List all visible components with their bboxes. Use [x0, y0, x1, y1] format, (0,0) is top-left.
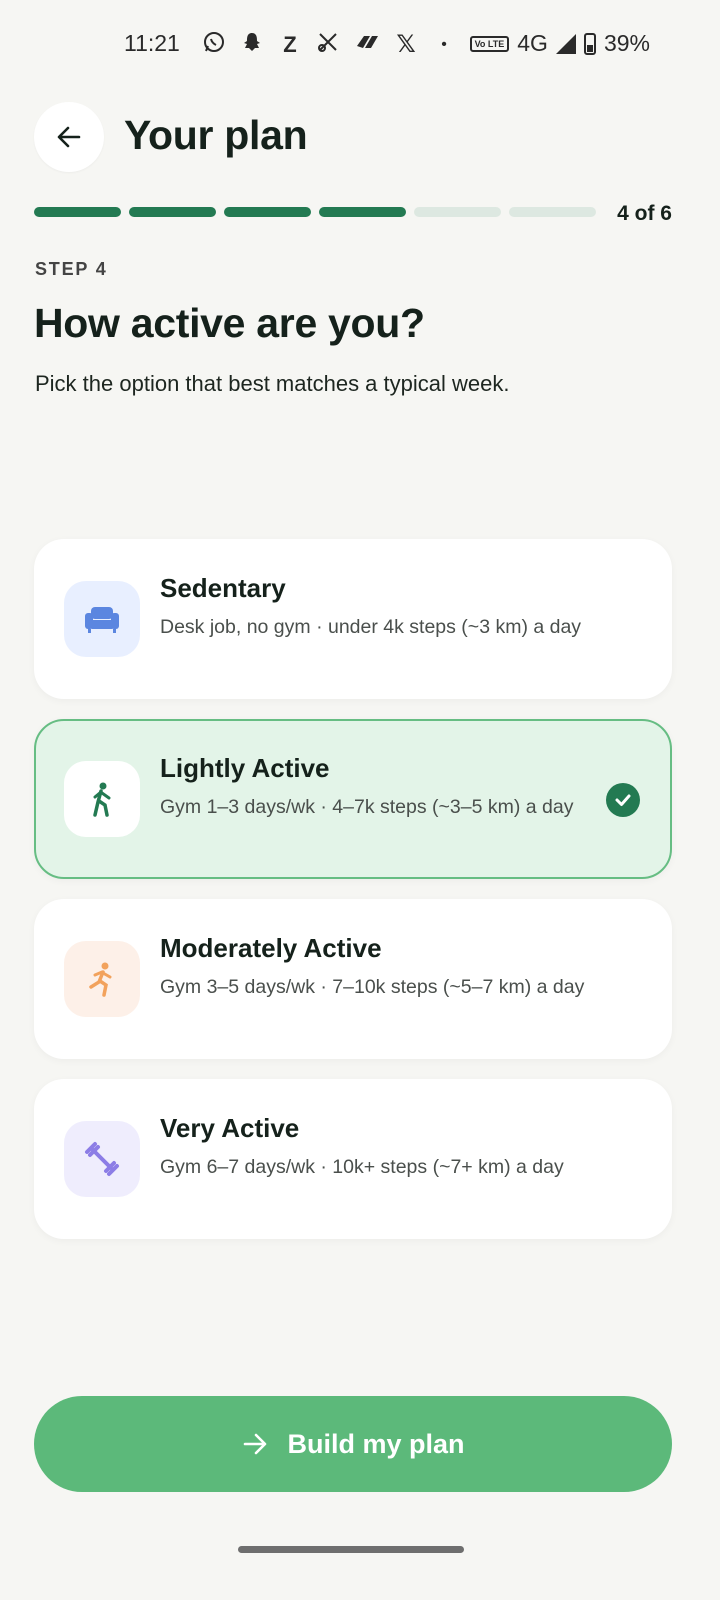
build-plan-button[interactable]: Build my plan	[34, 1396, 672, 1492]
dot-icon: •	[441, 36, 447, 53]
home-indicator[interactable]	[238, 1546, 464, 1553]
question-subtitle: Pick the option that best matches a typi…	[35, 371, 510, 396]
paw-icon	[354, 30, 380, 60]
notification-icons: Z 𝕏 •	[202, 30, 456, 60]
x-icon: 𝕏	[396, 31, 416, 58]
progress-segment	[34, 207, 121, 217]
back-button[interactable]	[34, 102, 104, 172]
status-time: 11:21	[124, 30, 180, 56]
progress-segment	[224, 207, 311, 217]
progress-text: 4 of 6	[617, 202, 672, 225]
option-description: Gym 3–5 days/wk · 7–10k steps (~5–7 km) …	[160, 976, 585, 998]
couch-icon	[64, 581, 140, 657]
option-description: Gym 6–7 days/wk · 10k+ steps (~7+ km) a …	[160, 1156, 564, 1178]
running-icon	[64, 941, 140, 1017]
walking-icon	[64, 761, 140, 837]
option-title: Lightly Active	[160, 753, 330, 783]
option-title: Sedentary	[160, 573, 286, 603]
volte-icon: Vo LTE	[469, 35, 510, 52]
progress-bar	[34, 207, 596, 219]
system-status: Vo LTE 4G 39%	[469, 30, 650, 57]
tools-icon	[316, 30, 340, 60]
option-lightly-active[interactable]: Lightly Active Gym 1–3 days/wk · 4–7k st…	[34, 719, 672, 879]
z-app-icon: Z	[283, 32, 297, 57]
arrow-left-icon	[57, 126, 81, 148]
option-description: Gym 1–3 days/wk · 4–7k steps (~3–5 km) a…	[160, 796, 574, 818]
progress-segment	[509, 207, 596, 217]
option-title: Very Active	[160, 1113, 300, 1143]
option-very-active[interactable]: Very Active Gym 6–7 days/wk · 10k+ steps…	[34, 1079, 672, 1239]
battery-level: 39%	[603, 30, 650, 56]
option-sedentary[interactable]: Sedentary Desk job, no gym · under 4k st…	[34, 539, 672, 699]
progress-segment	[319, 207, 406, 217]
build-plan-label: Build my plan	[287, 1428, 465, 1459]
step-label: STEP 4	[35, 259, 108, 279]
progress-segment	[129, 207, 216, 217]
arrow-right-icon	[244, 1433, 267, 1455]
progress-segment	[414, 207, 501, 217]
dumbbell-icon	[64, 1121, 140, 1197]
option-moderately-active[interactable]: Moderately Active Gym 3–5 days/wk · 7–10…	[34, 899, 672, 1059]
snapchat-icon	[240, 30, 264, 60]
page-title: Your plan	[124, 112, 308, 158]
status-bar: 11:21 Z 𝕏 • Vo LTE 4G 39%	[0, 0, 720, 90]
option-title: Moderately Active	[160, 933, 382, 963]
battery-icon	[583, 32, 596, 55]
signal-icon	[555, 33, 576, 54]
question-heading: How active are you?	[34, 300, 425, 346]
whatsapp-icon	[202, 30, 226, 60]
option-description: Desk job, no gym · under 4k steps (~3 km…	[160, 616, 582, 638]
check-icon	[606, 783, 640, 817]
network-type: 4G	[517, 30, 548, 56]
